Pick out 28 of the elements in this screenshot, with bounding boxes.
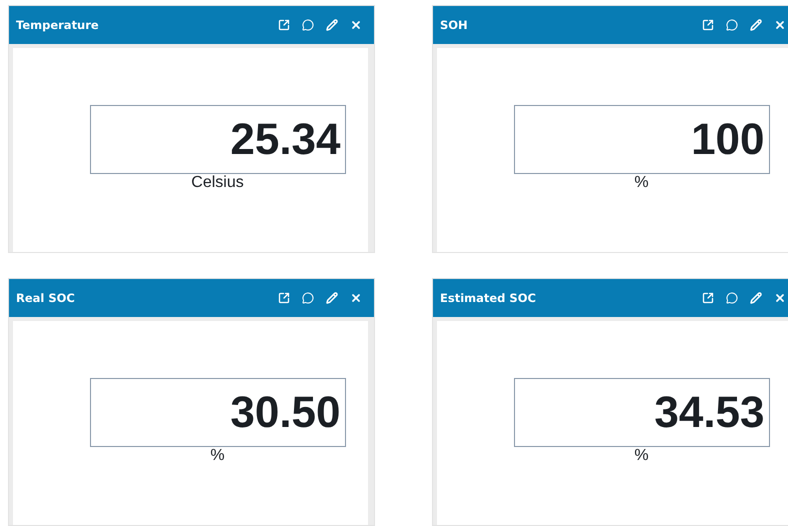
pencil-icon[interactable] — [750, 19, 762, 31]
widget-title: SOH — [440, 18, 469, 32]
pencil-icon[interactable] — [326, 292, 338, 304]
widget-title: Real SOC — [16, 291, 76, 305]
external-link-icon[interactable] — [702, 19, 714, 31]
value-display: 25.34 — [90, 105, 346, 174]
comment-icon[interactable] — [302, 292, 314, 304]
pencil-icon[interactable] — [750, 292, 762, 304]
external-link-icon[interactable] — [702, 292, 714, 304]
pencil-icon[interactable] — [326, 19, 338, 31]
unit-label: Celsius — [191, 174, 244, 192]
value-display: 30.50 — [90, 378, 346, 447]
comment-icon[interactable] — [302, 19, 314, 31]
external-link-icon[interactable] — [278, 292, 290, 304]
widget-title: Temperature — [16, 18, 100, 32]
close-icon[interactable] — [774, 292, 786, 304]
close-icon[interactable] — [350, 19, 362, 31]
value-display: 100 — [514, 105, 770, 174]
comment-icon[interactable] — [726, 292, 738, 304]
unit-label: % — [210, 447, 225, 465]
unit-label: % — [634, 174, 649, 192]
value-display: 34.53 — [514, 378, 770, 447]
comment-icon[interactable] — [726, 19, 738, 31]
close-icon[interactable] — [774, 19, 786, 31]
unit-label: % — [634, 447, 649, 465]
widget-title: Estimated SOC — [440, 291, 537, 305]
close-icon[interactable] — [350, 292, 362, 304]
external-link-icon[interactable] — [278, 19, 290, 31]
